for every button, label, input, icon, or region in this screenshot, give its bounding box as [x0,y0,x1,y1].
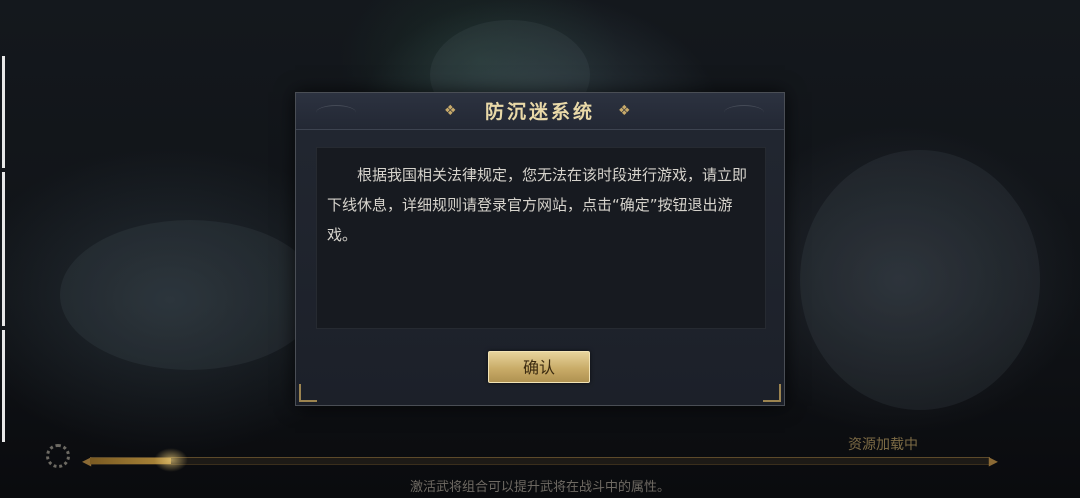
anti-addiction-dialog: ❖ 防沉迷系统 ❖ 根据我国相关法律规定，您无法在该时段进行游戏，请立即下线休息… [295,92,785,406]
background-artwork [60,220,320,370]
corner-ornament-icon [299,384,317,402]
loading-spinner-icon [46,444,70,468]
loading-progress-bar: ◀ ▶ [82,448,998,472]
loading-status: 资源加载中 [848,437,918,453]
edge-indicator [2,56,5,168]
title-ornament-right-icon: ❖ [618,103,631,119]
edge-indicator [2,172,5,326]
loading-tip: 激活武将组合可以提升武将在战斗中的属性。 [409,480,670,495]
dialog-message: 根据我国相关法律规定，您无法在该时段进行游戏，请立即下线休息，详细规则请登录官方… [327,166,748,244]
background-artwork [800,150,1040,410]
corner-ornament-icon [763,384,781,402]
game-background: ❖ 防沉迷系统 ❖ 根据我国相关法律规定，您无法在该时段进行游戏，请立即下线休息… [0,0,1080,498]
edge-indicator [2,330,5,442]
dialog-header: ❖ 防沉迷系统 ❖ [296,93,784,130]
dialog-title: 防沉迷系统 [484,101,595,123]
dialog-message-panel: 根据我国相关法律规定，您无法在该时段进行游戏，请立即下线休息，详细规则请登录官方… [316,147,766,329]
progress-glow [154,448,188,472]
progress-right-cap-icon: ▶ [988,454,998,468]
confirm-button[interactable]: 确认 [488,351,590,383]
